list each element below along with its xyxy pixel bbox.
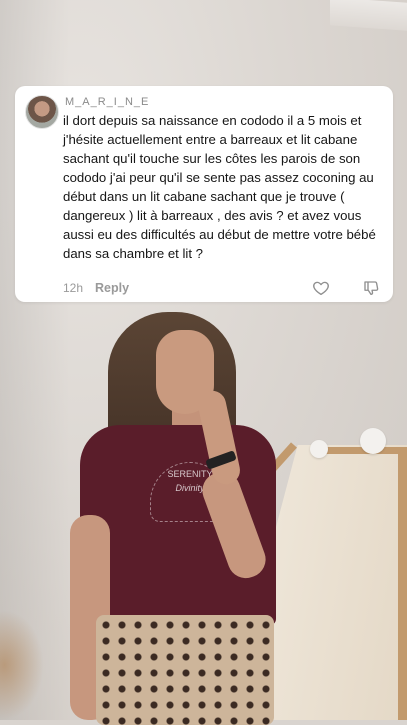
reply-button[interactable]: Reply (95, 281, 129, 295)
avatar[interactable] (25, 95, 59, 129)
comment-username[interactable]: M_A_R_I_N_E (65, 96, 149, 108)
heart-outline-icon[interactable] (312, 279, 330, 297)
comment-text: il dort depuis sa naissance en cododo il… (63, 113, 376, 261)
person-skirt (96, 615, 274, 725)
dried-plant (0, 610, 44, 720)
pompom (310, 440, 328, 458)
comment-card: M_A_R_I_N_E il dort depuis sa naissance … (15, 86, 393, 302)
ceiling-corner (330, 0, 407, 31)
pompom (360, 428, 386, 454)
tent-pole-right (398, 450, 407, 720)
thumbs-down-icon[interactable] (362, 279, 380, 297)
comment-time: 12h (63, 281, 84, 295)
